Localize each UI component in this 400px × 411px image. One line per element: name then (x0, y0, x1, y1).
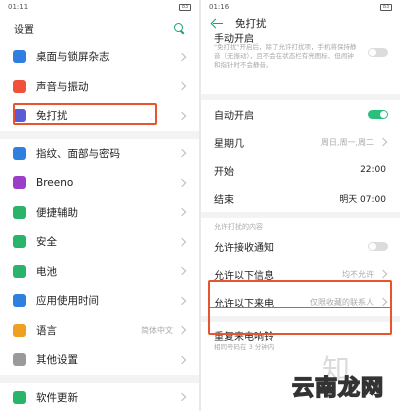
setting-item-wallpaper[interactable]: 桌面与锁屏杂志 (0, 42, 199, 72)
chevron-right-icon (378, 269, 388, 279)
battery-icon (13, 264, 26, 278)
shield-icon (13, 235, 26, 249)
setting-item-security[interactable]: 安全 (0, 227, 199, 257)
hand-icon (13, 205, 26, 219)
breeno-icon (13, 176, 26, 190)
setting-item-fingerprint[interactable]: 指纹、面部与密码 (0, 139, 199, 169)
setting-item-label: 声音与振动 (36, 80, 89, 93)
repeat-call-desc: 相同号码在 3 分钟内 (214, 343, 275, 351)
page-title: 免打扰 (235, 17, 267, 30)
chevron-right-icon (177, 296, 187, 305)
chevron-right-icon (378, 137, 388, 147)
status-bar: 01:16 83 (201, 0, 400, 14)
setting-item-other[interactable]: 其他设置 (0, 345, 199, 375)
update-icon (13, 390, 26, 404)
chevron-right-icon (177, 111, 187, 120)
weekday-value: 周日,周一,周二 (320, 137, 374, 147)
setting-item-label: 桌面与锁屏杂志 (36, 51, 110, 64)
status-bar: 01:11 83 (0, 0, 199, 14)
setting-item-label: 安全 (36, 236, 57, 249)
setting-item-accessibility[interactable]: 便捷辅助 (0, 198, 199, 228)
language-icon (13, 323, 26, 337)
back-arrow-icon[interactable] (211, 17, 225, 29)
battery-icon: 83 (179, 3, 191, 11)
chevron-right-icon (177, 149, 187, 158)
setting-item-software-update[interactable]: 软件更新 (0, 383, 199, 411)
manual-on-label: 手动开启 (214, 34, 254, 43)
manual-on-row[interactable]: 手动开启 "免打扰"开启后，除了允许打扰项，手机将保持静音（无振动），且不会在状… (201, 32, 400, 94)
setting-item-value: 简体中文 (141, 325, 173, 335)
gear-icon (13, 353, 26, 367)
setting-item-label: 应用使用时间 (36, 295, 99, 308)
speaker-icon (13, 79, 26, 93)
weekday-label: 星期几 (214, 138, 244, 150)
end-value: 明天 07:00 (339, 194, 386, 205)
settings-screen: 01:11 83 设置 桌面与锁屏杂志 声音与振动 免打扰 指纹、面部与密码 Breen… (0, 0, 199, 411)
setting-item-language[interactable]: 语言 简体中文 (0, 316, 199, 346)
start-label: 开始 (214, 166, 234, 178)
search-icon[interactable] (173, 22, 185, 34)
chevron-right-icon (177, 82, 187, 91)
chevron-right-icon (177, 326, 187, 335)
watermark-brand: 云南龙网 (291, 374, 385, 402)
auto-on-row[interactable]: 自动开启 (201, 100, 400, 128)
allow-notification-toggle[interactable] (368, 241, 388, 251)
auto-on-toggle[interactable] (368, 109, 388, 119)
weekday-row[interactable]: 星期几 周日,周一,周二 (201, 128, 400, 156)
chevron-right-icon (177, 355, 187, 364)
chevron-right-icon (177, 237, 187, 246)
highlight-dnd-box (13, 103, 157, 125)
manual-on-desc: "免打扰"开启后，除了允许打扰项，手机将保持静音（无振动），且不会在状态栏有亮图… (214, 43, 357, 69)
manual-on-toggle[interactable] (368, 48, 388, 57)
setting-item-sound[interactable]: 声音与振动 (0, 72, 199, 102)
chevron-right-icon (177, 52, 187, 61)
setting-item-label: 指纹、面部与密码 (36, 147, 120, 160)
hourglass-icon (13, 294, 26, 308)
status-time: 01:16 (209, 3, 230, 11)
end-label: 结束 (214, 194, 234, 206)
chevron-right-icon (177, 393, 187, 402)
settings-header: 设置 (0, 14, 199, 42)
allow-notification-row[interactable]: 允许接收通知 (201, 232, 400, 260)
page-title: 设置 (14, 24, 34, 36)
start-value: 22:00 (360, 165, 386, 175)
chevron-right-icon (177, 178, 187, 187)
auto-on-label: 自动开启 (214, 110, 254, 122)
allow-messages-value: 均不允许 (342, 269, 374, 279)
allow-notification-label: 允许接收通知 (214, 242, 274, 254)
setting-item-label: 语言 (36, 324, 57, 337)
setting-item-app-usage[interactable]: 应用使用时间 (0, 286, 199, 316)
chevron-right-icon (177, 267, 187, 276)
battery-icon: 83 (380, 3, 392, 11)
setting-item-battery[interactable]: 电池 (0, 257, 199, 287)
setting-item-label: 电池 (36, 265, 57, 278)
start-row[interactable]: 开始 22:00 (201, 156, 400, 184)
setting-item-label: 其他设置 (36, 354, 78, 367)
status-time: 01:11 (8, 3, 29, 11)
settings-list: 桌面与锁屏杂志 声音与振动 免打扰 指纹、面部与密码 Breeno 便捷辅助 安全 电池 应用使… (0, 42, 199, 411)
setting-item-label: Breeno (36, 176, 74, 189)
end-row[interactable]: 结束 明天 07:00 (201, 184, 400, 212)
dnd-screen: 01:16 83 免打扰 手动开启 "免打扰"开启后，除了允许打扰项，手机将保持… (201, 0, 400, 411)
setting-item-breeno[interactable]: Breeno (0, 168, 199, 198)
setting-item-label: 软件更新 (36, 391, 78, 404)
section-title: 允许打扰的内容 (214, 223, 263, 231)
chevron-right-icon (177, 208, 187, 217)
setting-item-label: 便捷辅助 (36, 206, 78, 219)
fingerprint-icon (13, 146, 26, 160)
wallpaper-icon (13, 50, 26, 64)
